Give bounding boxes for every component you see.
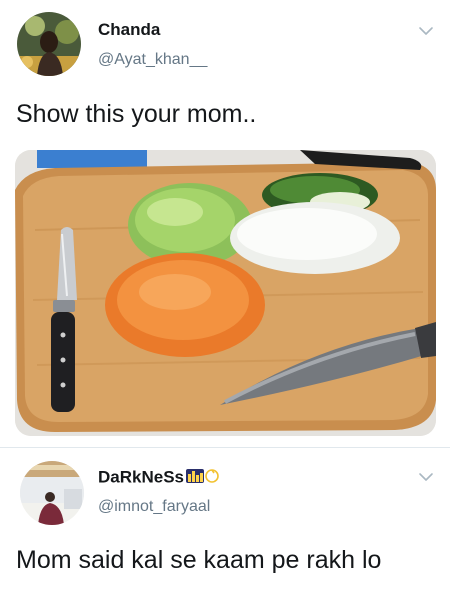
user-handle[interactable]: @Ayat_khan__ <box>98 51 207 69</box>
chevron-down-icon[interactable] <box>418 470 434 482</box>
city-night-emoji-icon <box>185 467 221 489</box>
tweet[interactable]: DaRkNeSs @imnot_faryaal Mom said kal se … <box>0 448 450 596</box>
avatar-image <box>20 461 84 525</box>
chevron-down-icon[interactable] <box>418 24 434 36</box>
tweet-photo[interactable] <box>15 150 436 436</box>
user-handle[interactable]: @imnot_faryaal <box>98 498 210 516</box>
display-name[interactable]: DaRkNeSs <box>98 467 221 489</box>
tweet-text: Mom said kal se kaam pe rakh lo <box>16 546 382 574</box>
tweet[interactable]: Chanda @Ayat_khan__ Show this your mom.. <box>0 0 450 448</box>
avatar[interactable] <box>17 12 81 76</box>
avatar-image <box>17 12 81 76</box>
display-name[interactable]: Chanda <box>98 20 160 40</box>
avatar[interactable] <box>20 461 84 525</box>
display-name-text: DaRkNeSs <box>98 467 184 487</box>
cutting-board-photo <box>15 150 436 436</box>
tweet-text: Show this your mom.. <box>16 100 257 128</box>
